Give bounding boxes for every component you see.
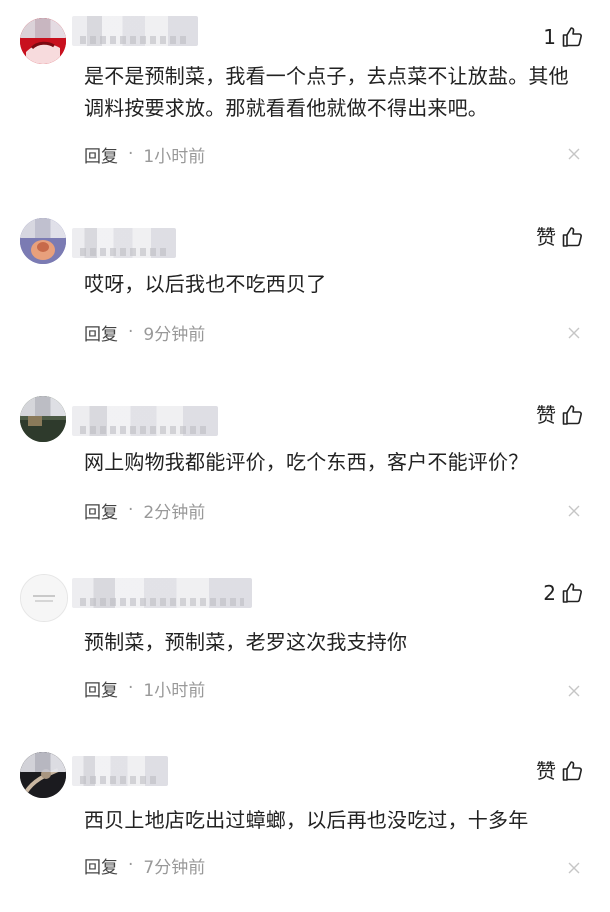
like-button[interactable]: 赞 (536, 758, 584, 784)
thumbs-up-icon (562, 583, 582, 603)
meta-separator: · (128, 500, 134, 520)
like-count: 赞 (536, 225, 556, 249)
comment-text: 哎呀，以后我也不吃西贝了 (84, 272, 327, 296)
like-count: 1 (543, 25, 556, 49)
comment-text: 西贝上地店吃出过蟑螂，以后再也没吃过，十多年 (84, 808, 529, 832)
comment-text: 网上购物我都能评价，吃个东西，客户不能评价？ (84, 450, 529, 474)
close-icon[interactable] (568, 685, 580, 697)
comment-item: 1 是不是预制菜，我看一个点子，去点菜不让放盐。其他调料按要求放。那就看看他就做… (0, 0, 610, 178)
comment-time: 1小时前 (143, 680, 206, 701)
reply-button[interactable]: 回复 (84, 142, 118, 167)
thumbs-up-icon (562, 761, 582, 781)
like-button[interactable]: 赞 (536, 224, 584, 250)
comment-time: 1小时前 (143, 146, 206, 167)
comment-meta: 回复 · 2分钟前 (84, 498, 206, 523)
avatar[interactable] (20, 396, 66, 442)
close-icon[interactable] (568, 505, 580, 517)
comment-meta: 回复 · 9分钟前 (84, 320, 206, 345)
comment-time: 2分钟前 (143, 502, 206, 523)
meta-separator: · (128, 678, 134, 698)
thumbs-up-icon (562, 405, 582, 425)
reply-button[interactable]: 回复 (84, 676, 118, 701)
close-icon[interactable] (568, 862, 580, 874)
avatar[interactable] (20, 18, 66, 64)
username-redacted[interactable] (72, 578, 252, 608)
comment-item: 赞 西贝上地店吃出过蟑螂，以后再也没吃过，十多年 回复 · 7分钟前 (0, 734, 610, 912)
avatar-image (21, 575, 67, 621)
comment-item: 赞 哎呀，以后我也不吃西贝了 回复 · 9分钟前 (0, 200, 610, 378)
comment-item: 赞 网上购物我都能评价，吃个东西，客户不能评价？ 回复 · 2分钟前 (0, 378, 610, 556)
username-redacted[interactable] (72, 228, 176, 258)
meta-separator: · (128, 144, 134, 164)
close-icon[interactable] (568, 148, 580, 160)
avatar[interactable] (20, 574, 68, 622)
meta-separator: · (128, 855, 134, 875)
like-count: 2 (543, 581, 556, 605)
comment-time: 7分钟前 (143, 857, 206, 878)
reply-button[interactable]: 回复 (84, 853, 118, 878)
comment-time: 9分钟前 (143, 324, 206, 345)
reply-button[interactable]: 回复 (84, 320, 118, 345)
like-button[interactable]: 2 (543, 580, 584, 606)
avatar[interactable] (20, 752, 66, 798)
comment-text: 预制菜，预制菜，老罗这次我支持你 (84, 630, 408, 654)
meta-separator: · (128, 322, 134, 342)
comment-meta: 回复 · 1小时前 (84, 676, 206, 701)
reply-button[interactable]: 回复 (84, 498, 118, 523)
like-button[interactable]: 赞 (536, 402, 584, 428)
thumbs-up-icon (562, 27, 582, 47)
username-redacted[interactable] (72, 406, 218, 436)
comment-meta: 回复 · 7分钟前 (84, 853, 206, 878)
comment-text: 是不是预制菜，我看一个点子，去点菜不让放盐。其他调料按要求放。那就看看他就做不得… (84, 64, 569, 120)
comment-item: 2 预制菜，预制菜，老罗这次我支持你 回复 · 1小时前 (0, 556, 610, 734)
like-count: 赞 (536, 403, 556, 427)
comment-meta: 回复 · 1小时前 (84, 142, 206, 167)
thumbs-up-icon (562, 227, 582, 247)
close-icon[interactable] (568, 327, 580, 339)
username-redacted[interactable] (72, 756, 168, 786)
avatar[interactable] (20, 218, 66, 264)
like-count: 赞 (536, 759, 556, 783)
username-redacted[interactable] (72, 16, 198, 46)
like-button[interactable]: 1 (543, 24, 584, 50)
